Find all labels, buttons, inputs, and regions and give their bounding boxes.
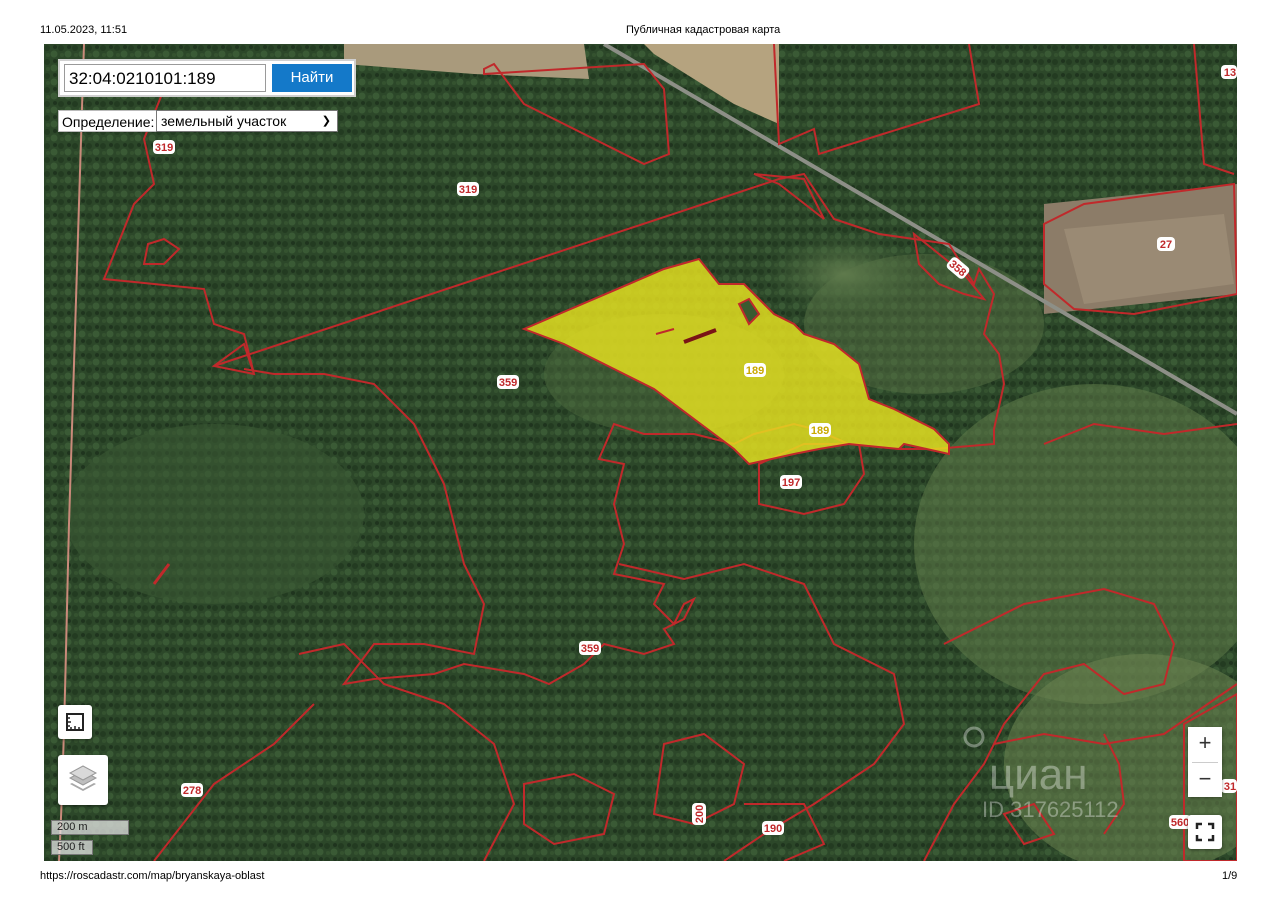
- svg-text:31: 31: [1224, 781, 1236, 793]
- svg-text:циан: циан: [989, 750, 1088, 799]
- print-datetime: 11.05.2023, 11:51: [40, 24, 128, 36]
- svg-text:190: 190: [764, 823, 782, 835]
- definition-selected-value: земельный участок: [161, 113, 287, 129]
- parcel-label-27: 27: [1157, 237, 1175, 251]
- layers-icon: [68, 765, 98, 791]
- svg-text:319: 319: [459, 184, 477, 196]
- svg-text:560: 560: [1171, 817, 1189, 829]
- parcel-label-189b: 189: [809, 423, 831, 437]
- parcel-label-319a: 319: [153, 140, 175, 154]
- map-view[interactable]: 319 319 359 359 189 189 197 358 27 278 2…: [44, 44, 1237, 861]
- satellite-map: 319 319 359 359 189 189 197 358 27 278 2…: [44, 44, 1237, 861]
- definition-select[interactable]: земельный участок ❯: [156, 110, 338, 132]
- parcel-label-31: 31: [1221, 779, 1237, 793]
- parcel-label-197: 197: [780, 475, 802, 489]
- definition-label: Определение:: [58, 110, 159, 132]
- svg-text:359: 359: [581, 643, 599, 655]
- svg-text:197: 197: [782, 477, 800, 489]
- parcel-label-359a: 359: [497, 375, 519, 389]
- svg-text:13: 13: [1224, 67, 1236, 79]
- search-panel: 32:04:0210101:189 Найти: [58, 59, 356, 97]
- parcel-label-189a: 189: [744, 363, 766, 377]
- svg-text:200: 200: [694, 805, 706, 823]
- page-title: Публичная кадастровая карта: [626, 24, 781, 36]
- fullscreen-icon: [1195, 822, 1215, 842]
- cadastral-search-input[interactable]: 32:04:0210101:189: [64, 64, 266, 92]
- ruler-square-icon: [66, 713, 84, 731]
- fullscreen-button[interactable]: [1188, 815, 1222, 849]
- parcel-label-13: 13: [1221, 65, 1237, 79]
- svg-text:359: 359: [499, 377, 517, 389]
- parcel-label-319b: 319: [457, 182, 479, 196]
- scale-imperial: 500 ft: [51, 840, 93, 855]
- svg-text:278: 278: [183, 785, 201, 797]
- zoom-control: + −: [1188, 727, 1222, 797]
- find-button[interactable]: Найти: [272, 64, 352, 92]
- svg-text:ID 317625112: ID 317625112: [982, 797, 1119, 822]
- scale-metric: 200 m: [51, 820, 129, 835]
- parcel-label-190: 190: [762, 821, 784, 835]
- chevron-down-icon: ❯: [321, 115, 331, 127]
- layers-button[interactable]: [58, 755, 108, 805]
- zoom-in-button[interactable]: +: [1188, 727, 1222, 761]
- parcel-label-359b: 359: [579, 641, 601, 655]
- zoom-out-button[interactable]: −: [1188, 763, 1222, 797]
- page-number: 1/9: [1222, 870, 1238, 882]
- measure-button[interactable]: [58, 705, 92, 739]
- svg-text:189: 189: [811, 425, 829, 437]
- parcel-label-278: 278: [181, 783, 203, 797]
- svg-text:189: 189: [746, 365, 764, 377]
- svg-text:319: 319: [155, 142, 173, 154]
- svg-text:27: 27: [1160, 239, 1172, 251]
- parcel-label-200: 200: [692, 803, 706, 825]
- footer-url: https://roscadastr.com/map/bryanskaya-ob…: [40, 870, 265, 882]
